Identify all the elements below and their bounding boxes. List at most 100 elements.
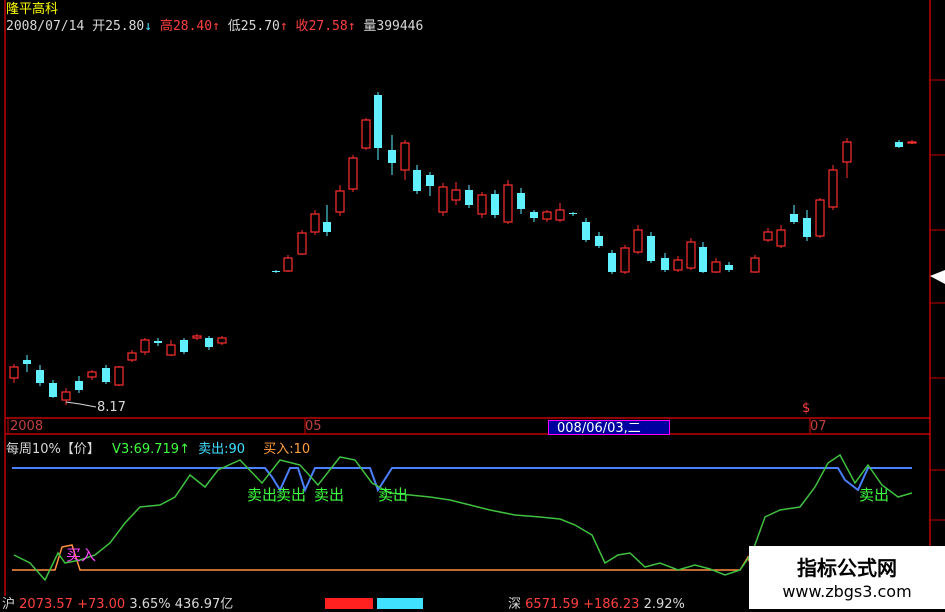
candlestick — [323, 205, 331, 236]
down-volume-bar — [377, 598, 423, 609]
candlestick-chart — [9, 92, 917, 408]
watermark-title: 指标公式网 — [797, 556, 897, 580]
candlestick — [842, 138, 852, 178]
candlestick — [114, 366, 124, 386]
candlestick — [335, 185, 345, 216]
candlestick — [555, 203, 565, 222]
candlestick — [790, 205, 798, 224]
candlestick — [49, 380, 57, 398]
cursor-date-flag: 008/06/03,二 — [548, 420, 670, 436]
candlestick — [491, 190, 499, 218]
sh-name: 沪 — [2, 597, 16, 612]
quote-date: 2008/07/14 — [6, 19, 85, 34]
candlestick — [297, 230, 307, 255]
candlestick — [310, 210, 320, 235]
sell-signal: 卖出 — [247, 486, 278, 504]
buy-label: 买入: — [263, 442, 294, 457]
x-label-05: 05 — [305, 419, 322, 434]
sz-name: 深 — [508, 597, 522, 612]
candlestick — [686, 238, 696, 270]
candlestick — [620, 245, 630, 274]
candlestick — [426, 172, 434, 196]
watermark-url: www.zbgs3.com — [782, 582, 912, 601]
low-price-marker: 8.17 — [97, 400, 126, 415]
candlestick — [661, 253, 669, 272]
candlestick — [763, 228, 773, 242]
candlestick — [803, 210, 811, 241]
high-value: 28.40 — [172, 19, 213, 34]
open-value: 25.80 — [105, 19, 145, 34]
candlestick — [895, 140, 903, 148]
sz-index: 6571.59 — [525, 597, 579, 612]
candlestick — [102, 365, 110, 384]
indicator-header: 每周10%【价】 V3:69.719↑ 卖出:90 买入:10 — [6, 438, 310, 457]
candlestick — [530, 210, 538, 222]
candlestick — [647, 232, 655, 263]
candlestick — [699, 242, 707, 273]
candlestick — [542, 210, 552, 222]
open-arrow-icon: ↓ — [144, 19, 153, 34]
candlestick — [413, 165, 421, 194]
candlestick — [673, 256, 683, 272]
candlestick — [23, 355, 31, 372]
volume-label: 量 — [363, 19, 377, 34]
candlestick — [595, 232, 603, 248]
sell-value: 90 — [228, 442, 246, 457]
sell-signal: 卖出 — [859, 486, 890, 504]
candlestick — [180, 338, 188, 354]
candlestick — [569, 212, 577, 216]
candlestick — [192, 334, 202, 340]
candlestick — [348, 155, 358, 192]
candlestick — [815, 198, 825, 238]
open-label: 开 — [92, 19, 106, 34]
candlestick — [477, 192, 487, 218]
v3-arrow-icon: ↑ — [179, 442, 190, 457]
candlestick — [582, 218, 590, 242]
low-arrow-icon: ↑ — [279, 19, 288, 34]
candlestick — [907, 140, 917, 144]
buy-value: 10 — [293, 442, 311, 457]
volume-value: 399446 — [376, 19, 424, 34]
candlestick — [166, 340, 176, 356]
x-label-07: 07 — [810, 419, 827, 434]
candlestick — [87, 370, 97, 380]
candlestick — [725, 262, 733, 272]
quote-bar: 2008/07/14 开25.80↓ 高28.40↑ 低25.70↑ 收27.5… — [6, 15, 423, 34]
candlestick — [400, 140, 410, 180]
high-arrow-icon: ↑ — [212, 19, 220, 34]
high-label: 高 — [159, 19, 173, 34]
candlestick — [36, 365, 44, 386]
candlestick — [711, 258, 721, 273]
candlestick — [127, 350, 137, 362]
candlestick — [633, 225, 643, 254]
candlestick — [217, 336, 227, 345]
candlestick — [828, 165, 838, 210]
sh-index: 2073.57 — [19, 597, 73, 612]
candlestick — [154, 338, 162, 346]
candlestick — [361, 118, 371, 150]
x-label-2008: 2008 — [10, 419, 44, 434]
candlestick — [776, 225, 786, 248]
low-value: 25.70 — [240, 19, 280, 34]
sh-pct: 3.65% — [129, 597, 171, 612]
candlestick — [517, 188, 525, 214]
indicator-name: 每周10%【价】 — [6, 442, 100, 457]
dollar-marker: $ — [802, 401, 811, 416]
sz-change: +186.23 — [583, 597, 640, 612]
sell-signal: 卖出 — [378, 486, 409, 504]
sz-pct: 2.92% — [643, 597, 685, 612]
up-volume-bar — [325, 598, 373, 609]
watermark: 指标公式网 www.zbgs3.com — [749, 546, 945, 609]
sell-signal: 卖出 — [314, 486, 345, 504]
sh-amount: 436.97亿 — [174, 597, 234, 612]
v3-label: V3: — [112, 442, 134, 457]
candlestick — [140, 338, 150, 355]
candlestick — [608, 250, 616, 274]
sell-threshold-line — [12, 467, 912, 493]
candlestick — [283, 255, 293, 272]
sh-change: +73.00 — [77, 597, 126, 612]
low-label: 低 — [227, 19, 241, 34]
candlestick — [205, 336, 213, 350]
candlestick — [272, 270, 280, 273]
candlestick — [9, 364, 19, 383]
